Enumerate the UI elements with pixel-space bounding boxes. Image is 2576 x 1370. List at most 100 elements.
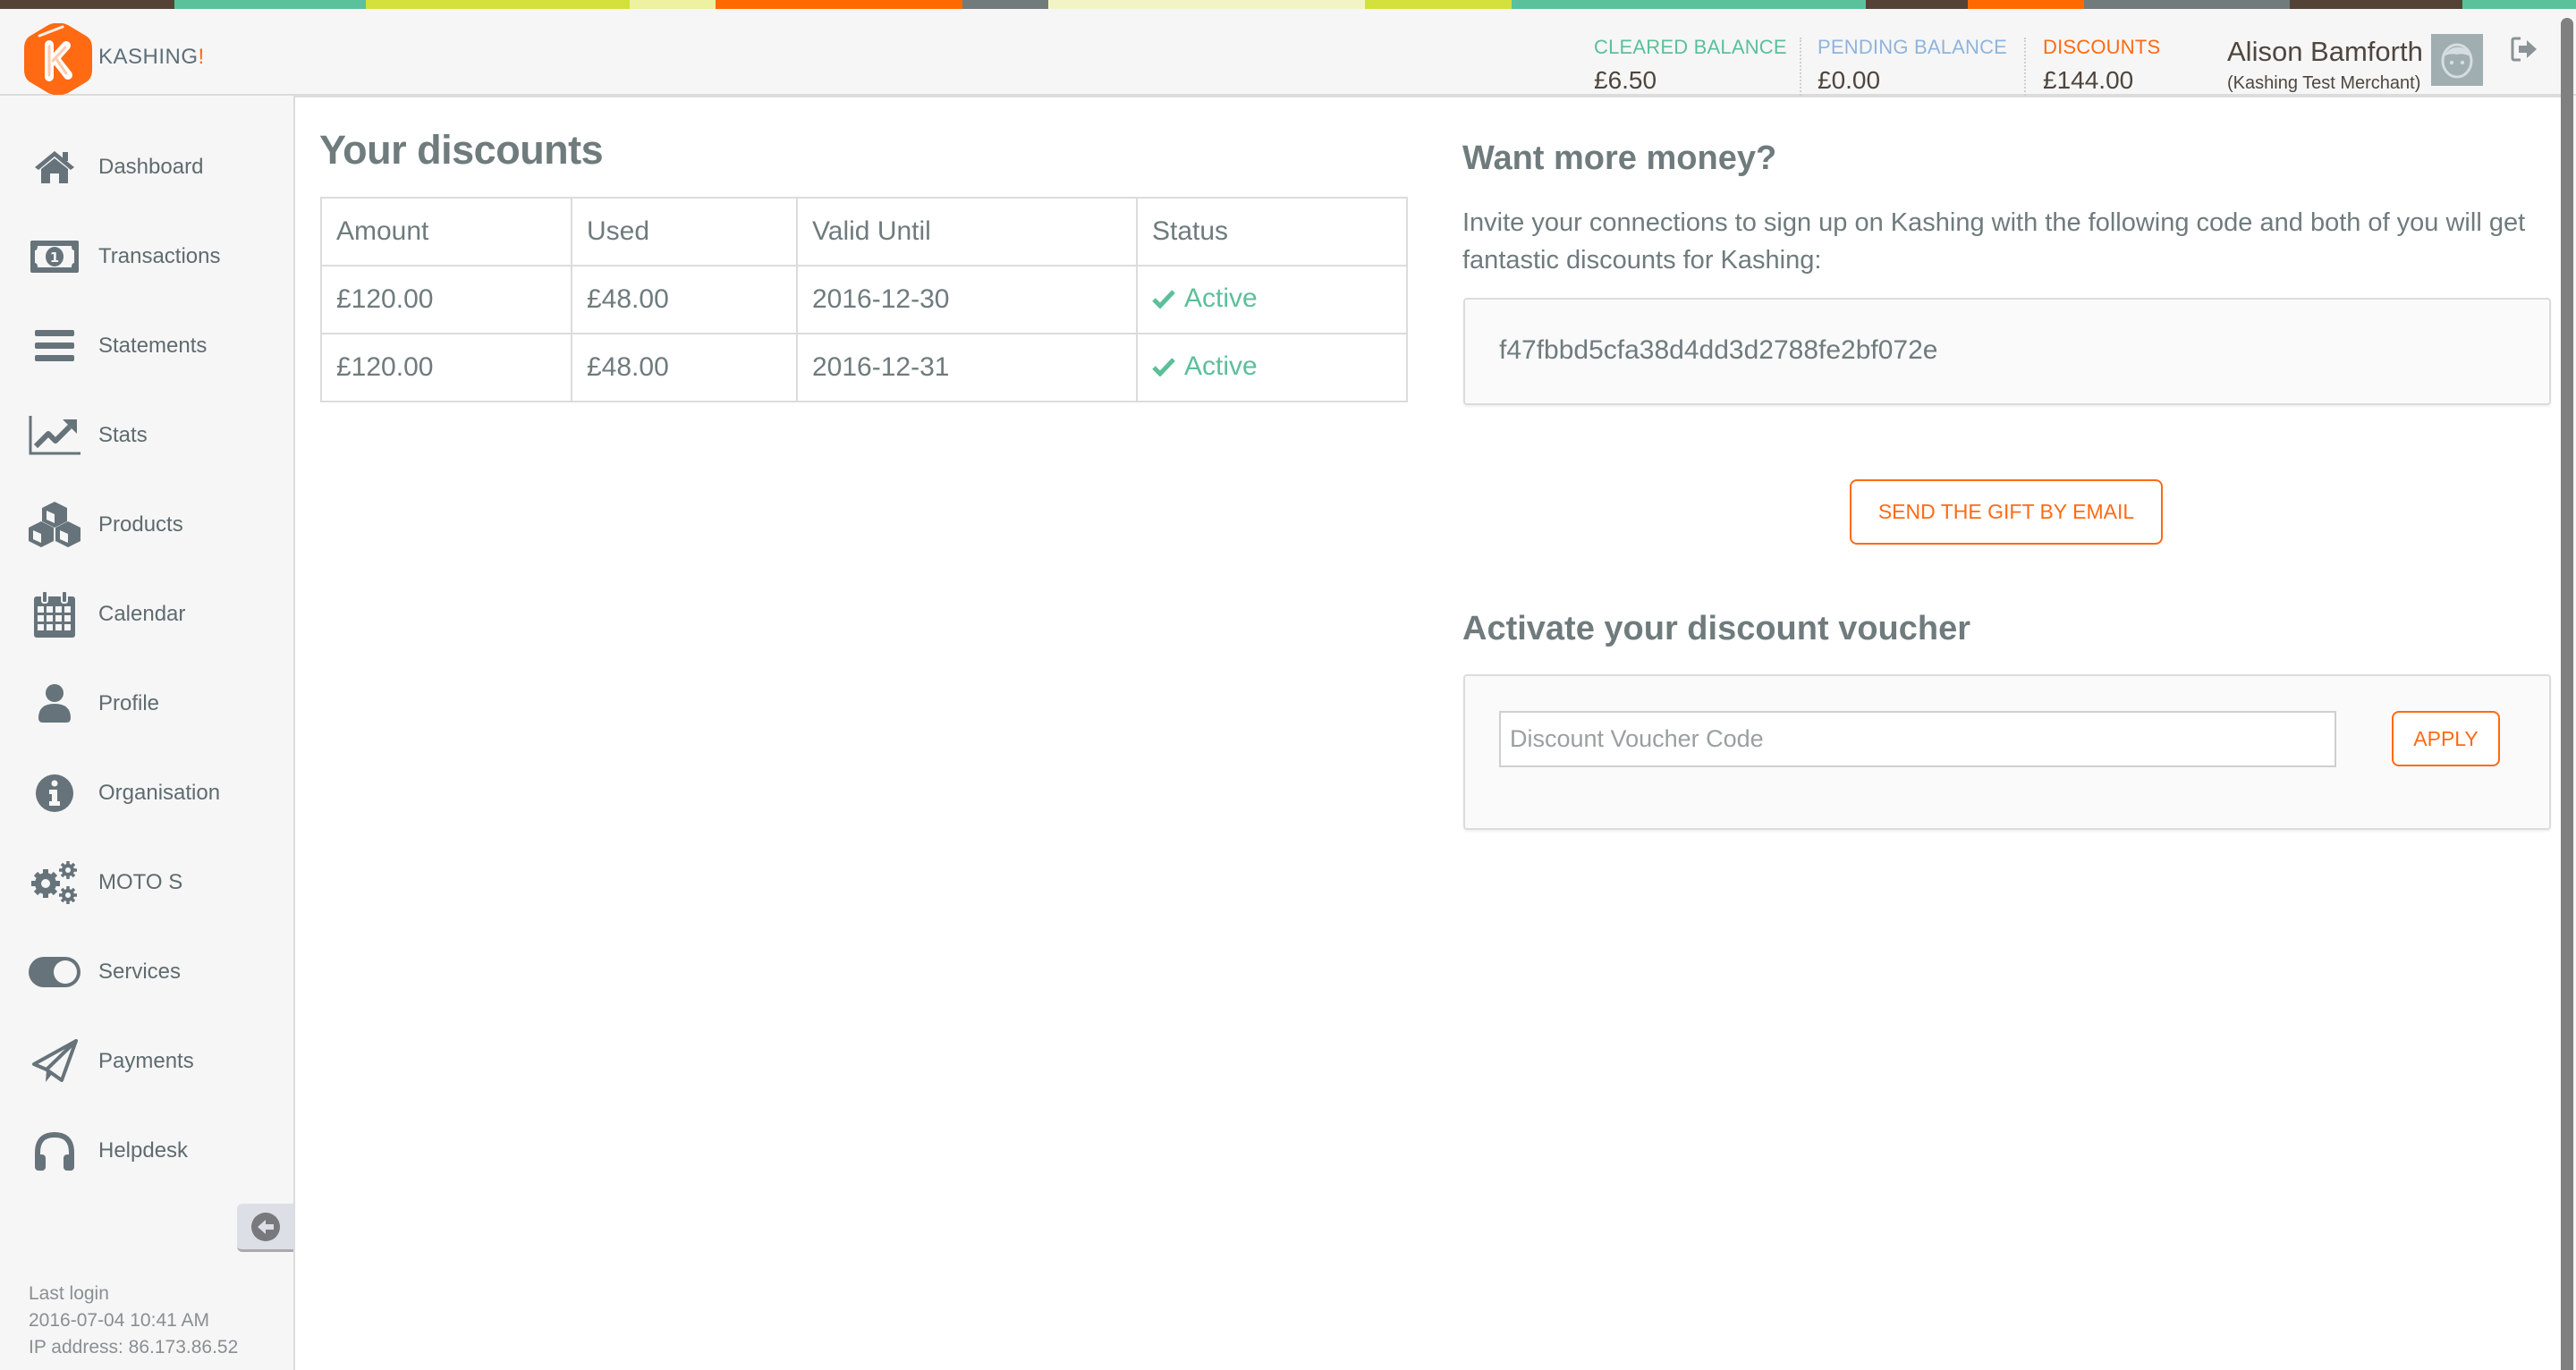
discounts-total-label: DISCOUNTS [2043,36,2161,58]
strip-segment [716,0,962,9]
sidebar-item-organisation[interactable]: Organisation [0,762,293,825]
sidebar-item-label: Payments [98,1049,194,1073]
sidebar-item-moto-s[interactable]: MOTO S [0,851,293,914]
sidebar-item-transactions[interactable]: 1 Transactions [0,225,293,288]
user-name[interactable]: Alison Bamforth [2227,36,2423,68]
pending-balance-label: PENDING BALANCE [1818,36,2008,58]
sidebar-item-profile[interactable]: Profile [0,672,293,735]
sidebar-item-label: Services [98,960,182,984]
sidebar-item-label: Statements [98,334,208,358]
cell-valid-until: 2016-12-31 [796,333,1138,402]
cubes-icon [27,500,82,550]
pending-balance-value: £0.00 [1818,66,1881,94]
cell-status: Active [1136,333,1408,402]
sidebar-item-products[interactable]: Products [0,494,293,556]
sidebar-item-calendar[interactable]: Calendar [0,583,293,646]
cleared-balance: CLEARED BALANCE £6.50 [1594,36,1787,95]
strip-segment [1866,0,1968,9]
apply-voucher-button[interactable]: APPLY [2392,711,2500,766]
status-text: Active [1184,351,1258,381]
toggle-on-icon [27,947,82,997]
last-login-label: Last login [29,1283,109,1304]
top-color-strip [0,0,2576,9]
sidebar-item-label: Dashboard [98,155,204,179]
calendar-icon [27,589,82,639]
strip-segment [1365,0,1512,9]
svg-text:1: 1 [50,249,59,266]
sidebar-item-dashboard[interactable]: Dashboard [0,136,293,199]
cell-amount: £120.00 [320,333,572,402]
home-icon [27,142,82,192]
page-title: Your discounts [319,127,604,173]
page-scrollbar[interactable] [2561,18,2573,1370]
cell-amount: £120.00 [320,265,572,334]
strip-segment [2084,0,2290,9]
referral-heading: Want more money? [1462,140,1777,177]
strip-segment [366,0,630,9]
sidebar-item-stats[interactable]: Stats [0,404,293,467]
sidebar-item-label: MOTO S [98,870,183,894]
strip-segment [1512,0,1866,9]
stat-divider [1800,38,1801,98]
discounts-total-value: £144.00 [2043,66,2134,94]
sidebar-item-payments[interactable]: Payments [0,1030,293,1093]
kashing-logo-icon [24,23,92,95]
header: KASHING! CLEARED BALANCE £6.50 PENDING B… [0,9,2576,98]
sidebar: Dashboard 1 Transactions Statements Stat… [0,96,293,1370]
sidebar-item-services[interactable]: Services [0,941,293,1003]
sign-out-icon[interactable] [2510,36,2538,63]
cleared-balance-value: £6.50 [1594,66,1657,94]
status-text: Active [1184,283,1258,313]
arrow-circle-left-icon [250,1212,280,1241]
sidebar-item-label: Transactions [98,244,221,268]
strip-segment [174,0,366,9]
sidebar-item-helpdesk[interactable]: Helpdesk [0,1120,293,1182]
sidebar-item-label: Organisation [98,781,221,805]
sidebar-item-label: Helpdesk [98,1138,189,1163]
strip-segment [630,0,716,9]
table-row: £120.00 £48.00 2016-12-30 Active [320,265,1408,334]
last-login-info: Last login 2016-07-04 10:41 AM IP addres… [29,1281,238,1361]
voucher-heading: Activate your discount voucher [1462,610,1971,647]
cleared-balance-label: CLEARED BALANCE [1594,36,1787,58]
line-chart-icon [27,410,82,461]
gears-icon [27,858,82,908]
ip-address: IP address: 86.173.86.52 [29,1337,239,1357]
cell-valid-until: 2016-12-30 [796,265,1138,334]
stat-divider [2024,38,2026,98]
send-gift-email-button[interactable]: SEND THE GIFT BY EMAIL [1850,479,2163,545]
referral-description: Invite your connections to sign up on Ka… [1462,208,2526,275]
brand-exclaim: ! [198,45,205,69]
strip-segment [0,0,174,9]
sidebar-item-statements[interactable]: Statements [0,315,293,377]
discounts-table: Amount Used Valid Until Status £120.00 £… [320,197,1408,402]
sidebar-collapse-button[interactable] [237,1204,293,1252]
brand-name: KASHING! [98,45,205,70]
user-avatar-icon[interactable] [2431,34,2483,86]
column-header-used: Used [571,197,798,266]
sidebar-item-label: Stats [98,423,148,447]
strip-segment [1968,0,2084,9]
face-icon [2441,43,2473,79]
column-header-status: Status [1136,197,1408,266]
voucher-form: APPLY [1463,674,2551,830]
referral-code[interactable]: f47fbbd5cfa38d4dd3d2788fe2bf072e [1499,335,1937,366]
strip-segment [2290,0,2462,9]
strip-segment [962,0,1048,9]
referral-code-box: f47fbbd5cfa38d4dd3d2788fe2bf072e [1463,298,2551,405]
check-icon [1152,358,1175,376]
strip-segment [2462,0,2576,9]
merchant-name: (Kashing Test Merchant) [2227,73,2421,93]
bars-icon [27,321,82,371]
sidebar-item-label: Calendar [98,602,186,626]
brand-text: KASHING [98,45,199,69]
money-bill-icon: 1 [27,232,82,282]
headphones-icon [27,1126,82,1176]
brand-logo-link[interactable]: KASHING! [0,9,215,96]
voucher-code-input[interactable] [1499,711,2336,767]
column-header-valid-until: Valid Until [796,197,1138,266]
sidebar-item-label: Profile [98,691,160,715]
discounts-total: DISCOUNTS £144.00 [2043,36,2160,95]
cell-status: Active [1136,265,1408,334]
status-badge: Active [1152,351,1258,382]
